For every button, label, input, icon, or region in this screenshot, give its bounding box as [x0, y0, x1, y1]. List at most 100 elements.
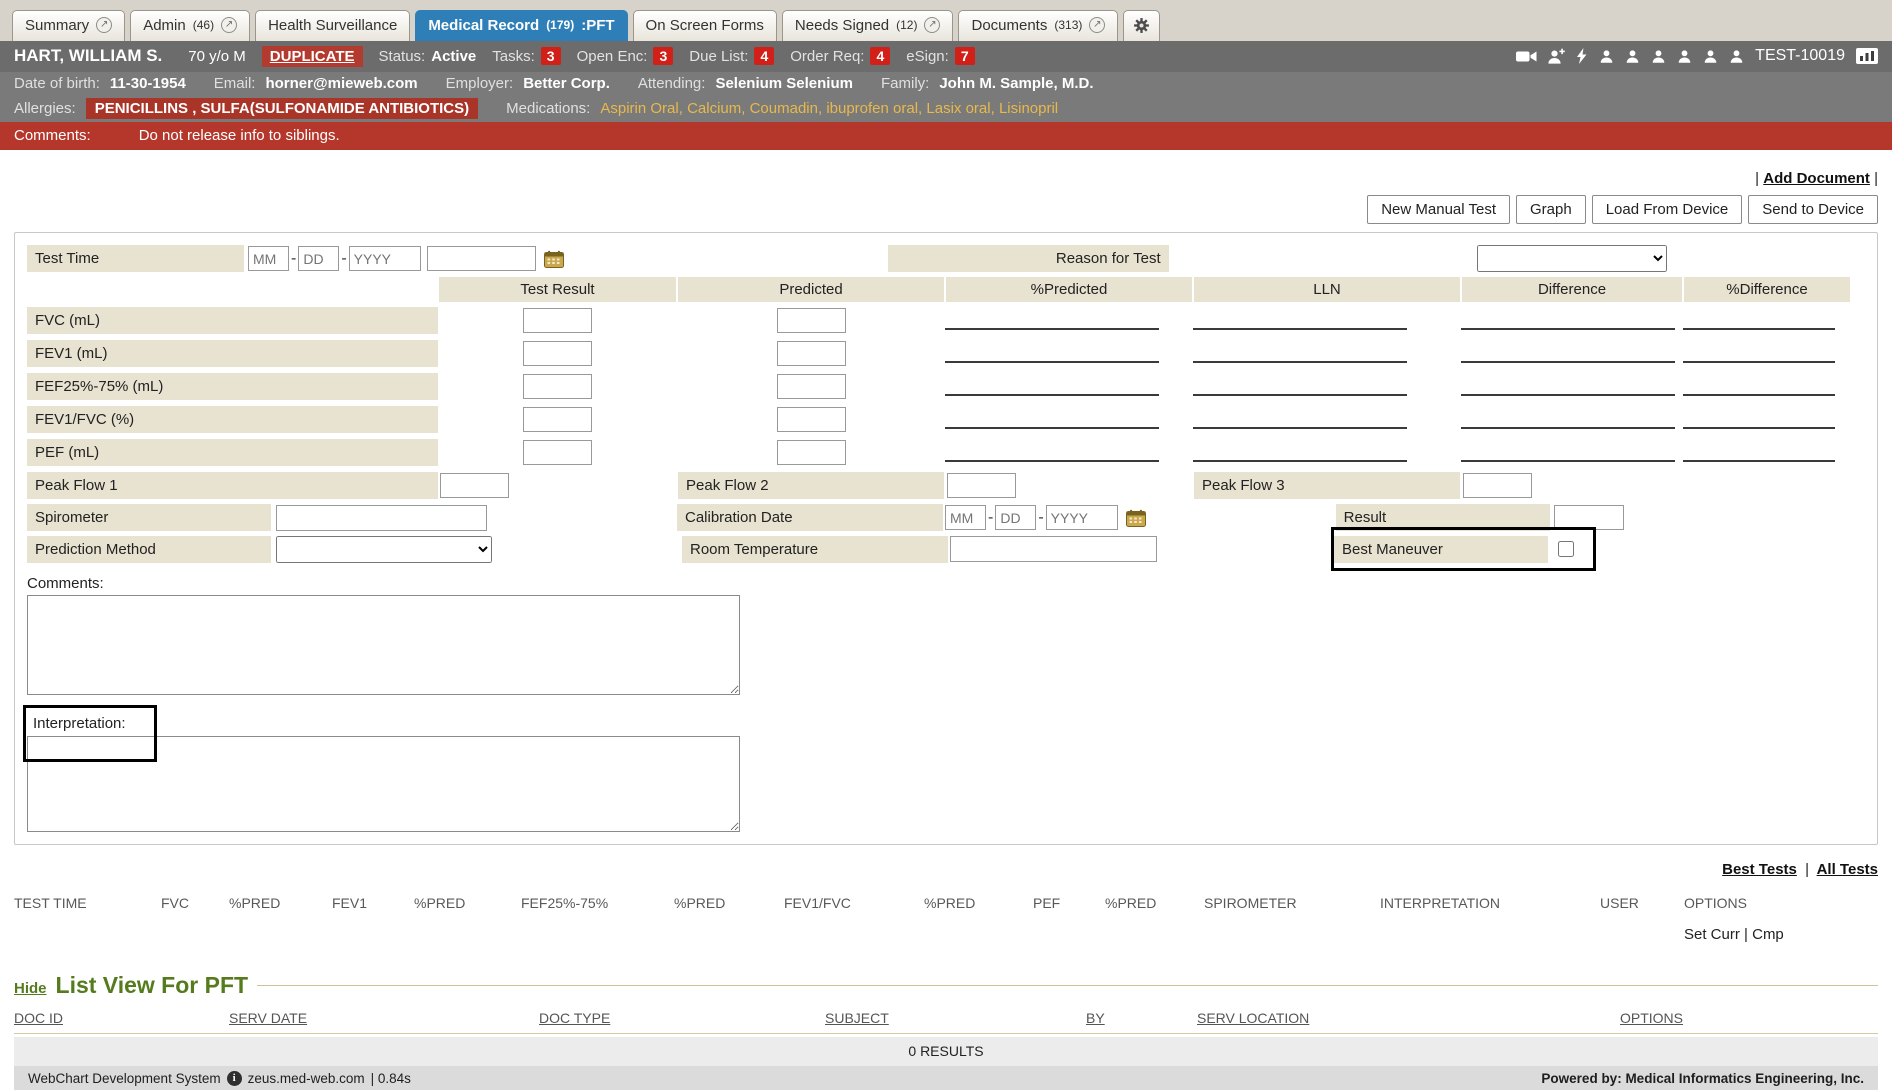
test-time-input[interactable]	[427, 246, 536, 271]
tab-on-screen-forms[interactable]: On Screen Forms	[633, 10, 777, 41]
calendar-icon[interactable]	[544, 250, 564, 268]
person-icon[interactable]	[1729, 49, 1744, 64]
medication-link[interactable]: Aspirin Oral	[600, 100, 687, 117]
open-enc-label: Open Enc:	[577, 48, 648, 65]
predicted-input[interactable]	[777, 341, 846, 366]
serv-location-sort-link[interactable]: SERV LOCATION	[1197, 1010, 1309, 1026]
tab-label: Documents	[971, 17, 1047, 34]
pft-documents-table: DOC ID SERV DATE DOC TYPE SUBJECT BY SER…	[14, 1003, 1878, 1034]
order-req-count-badge[interactable]: 4	[870, 47, 890, 65]
medication-link[interactable]: Coumadin	[750, 100, 827, 117]
new-manual-test-button[interactable]: New Manual Test	[1367, 195, 1510, 224]
popout-icon[interactable]: ↗	[1089, 17, 1105, 33]
medication-link[interactable]: Lasix oral	[926, 100, 999, 117]
serv-date-sort-link[interactable]: SERV DATE	[229, 1010, 307, 1026]
person-icon[interactable]	[1677, 49, 1692, 64]
peak-flow-3-input[interactable]	[1463, 473, 1532, 498]
tab-label: Needs Signed	[795, 17, 889, 34]
peak-flow-2-input[interactable]	[947, 473, 1016, 498]
calibration-year-input[interactable]	[1046, 505, 1118, 530]
tab-summary[interactable]: Summary ↗	[12, 10, 125, 41]
peak-flow-1-input[interactable]	[440, 473, 509, 498]
doc-id-sort-link[interactable]: DOC ID	[14, 1010, 63, 1026]
video-camera-icon[interactable]	[1516, 49, 1537, 64]
interpretation-block: Interpretation:	[27, 705, 1865, 832]
add-person-icon[interactable]	[1548, 48, 1565, 64]
popout-icon[interactable]: ↗	[924, 17, 940, 33]
options-sort-link[interactable]: OPTIONS	[1620, 1010, 1683, 1026]
hide-list-view-link[interactable]: Hide	[14, 980, 47, 997]
medication-link[interactable]: Calcium	[687, 100, 750, 117]
open-enc-count-badge[interactable]: 3	[653, 47, 673, 65]
difference-underline	[1461, 394, 1675, 396]
best-tests-link[interactable]: Best Tests	[1722, 861, 1797, 878]
all-tests-link[interactable]: All Tests	[1817, 861, 1878, 878]
tab-admin[interactable]: Admin (46) ↗	[130, 10, 250, 41]
test-date-day-input[interactable]	[298, 246, 339, 271]
cmp-link[interactable]: Cmp	[1752, 926, 1784, 943]
popout-icon[interactable]: ↗	[96, 17, 112, 33]
date-separator: -	[988, 509, 993, 527]
tab-needs-signed[interactable]: Needs Signed (12) ↗	[782, 10, 954, 41]
prediction-method-select[interactable]	[276, 536, 492, 563]
predicted-input[interactable]	[777, 374, 846, 399]
calendar-icon[interactable]	[1126, 509, 1146, 527]
tab-count: (313)	[1054, 18, 1082, 32]
spirometer-input[interactable]	[276, 505, 487, 531]
results-column-header: FEV1	[332, 886, 414, 919]
medication-link[interactable]: Lisinopril	[999, 100, 1058, 117]
tab-bar: Summary ↗ Admin (46) ↗ Health Surveillan…	[0, 0, 1892, 41]
person-icon[interactable]	[1703, 49, 1718, 64]
test-date-month-input[interactable]	[248, 246, 289, 271]
test-date-year-input[interactable]	[349, 246, 421, 271]
tab-documents[interactable]: Documents (313) ↗	[958, 10, 1118, 41]
load-from-device-button[interactable]: Load From Device	[1592, 195, 1743, 224]
predicted-input[interactable]	[777, 440, 846, 465]
duplicate-flag[interactable]: DUPLICATE	[262, 46, 363, 67]
bar-chart-icon[interactable]	[1856, 48, 1878, 64]
test-result-input[interactable]	[523, 440, 592, 465]
popout-icon[interactable]: ↗	[221, 17, 237, 33]
tasks-count-badge[interactable]: 3	[541, 47, 561, 65]
person-icon[interactable]	[1599, 49, 1614, 64]
tab-health-surveillance[interactable]: Health Surveillance	[255, 10, 410, 41]
test-result-input[interactable]	[523, 308, 592, 333]
medication-link[interactable]: ibuprofen oral	[826, 100, 926, 117]
tab-label: Medical Record	[428, 17, 539, 34]
app-name: WebChart Development System	[28, 1071, 221, 1086]
set-curr-link[interactable]: Set Curr	[1684, 926, 1740, 943]
doc-type-sort-link[interactable]: DOC TYPE	[539, 1010, 610, 1026]
lightning-bolt-icon[interactable]	[1576, 48, 1588, 64]
due-list-count-badge[interactable]: 4	[754, 47, 774, 65]
person-icon[interactable]	[1651, 49, 1666, 64]
row-label: FVC (mL)	[27, 307, 438, 334]
interpretation-textarea[interactable]	[27, 736, 740, 832]
calibration-day-input[interactable]	[995, 505, 1036, 530]
subject-sort-link[interactable]: SUBJECT	[825, 1010, 889, 1026]
measurement-column-headers: Test Result Predicted %Predicted LLN Dif…	[27, 277, 1865, 302]
predicted-input[interactable]	[777, 308, 846, 333]
tab-medical-record[interactable]: Medical Record (179):PFT	[415, 10, 627, 41]
test-result-input[interactable]	[523, 374, 592, 399]
best-maneuver-checkbox[interactable]	[1558, 541, 1574, 557]
allergies-value[interactable]: PENICILLINS , SULFA(SULFONAMIDE ANTIBIOT…	[86, 98, 478, 119]
send-to-device-button[interactable]: Send to Device	[1748, 195, 1878, 224]
person-icon[interactable]	[1625, 49, 1640, 64]
tab-settings[interactable]	[1123, 10, 1160, 41]
results-column-header: %PRED	[229, 886, 332, 919]
spirometer-label: Spirometer	[27, 504, 271, 531]
info-icon[interactable]	[227, 1071, 242, 1086]
patient-bar-icons: TEST-10019	[1516, 47, 1878, 65]
test-result-input[interactable]	[523, 341, 592, 366]
status-value: Active	[431, 48, 476, 65]
calibration-month-input[interactable]	[945, 505, 986, 530]
comments-textarea[interactable]	[27, 595, 740, 695]
test-result-input[interactable]	[523, 407, 592, 432]
graph-button[interactable]: Graph	[1516, 195, 1586, 224]
room-temperature-input[interactable]	[950, 536, 1157, 562]
esign-count-badge[interactable]: 7	[955, 47, 975, 65]
reason-for-test-select[interactable]	[1477, 245, 1667, 272]
predicted-input[interactable]	[777, 407, 846, 432]
by-sort-link[interactable]: BY	[1086, 1010, 1105, 1026]
add-document-link[interactable]: Add Document	[1763, 170, 1870, 187]
